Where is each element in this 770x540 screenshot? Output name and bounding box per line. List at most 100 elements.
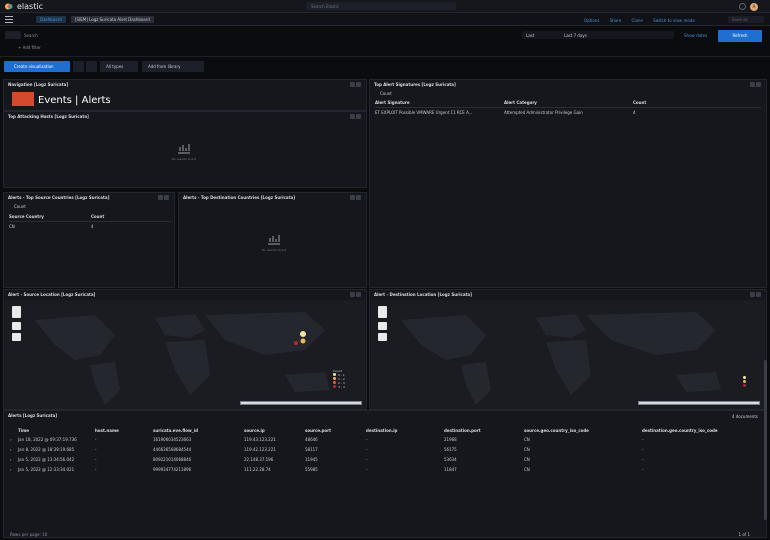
table-row[interactable]: › Jan 5, 2022 @ 12:33:34.021-99993477421… [10,467,760,475]
source-location-map-panel: Alert - Source Location [Logz Suricata] … [3,289,367,410]
no-results: No results found [154,142,214,161]
map-attribution-bar [240,401,362,405]
map-marker[interactable] [294,341,298,345]
map-marker[interactable] [300,331,306,337]
draw-shape-icon[interactable] [378,333,387,341]
world-map[interactable]: Count 0 - 1 1 - 2 2 - 3 3 - 4 [5,300,365,409]
map-legend: Count 0 - 1 1 - 2 2 - 3 3 - 4 [333,369,345,389]
column-header[interactable]: host.name [95,428,119,433]
all-types-dropdown[interactable]: All types [100,61,138,72]
column-header[interactable]: Alert Signature [375,100,410,105]
expand-row-icon[interactable]: › [10,467,12,472]
options-link[interactable]: Options [584,18,599,23]
table-cell: CN [9,224,15,229]
fit-bounds-icon[interactable] [12,322,21,330]
top-source-countries-panel: Alerts - Top Source Countries [Logz Suri… [3,192,175,288]
column-header[interactable]: Count [633,100,646,105]
top-alert-signatures-panel: Top Alert Signatures [Logz Suricata] Cou… [369,79,767,288]
panel-title: Top Attacking Hosts [Logz Suricata] [8,114,89,119]
alerts-table-panel: Alerts [Logz Suricata] 4 documents Time … [3,410,767,538]
panel-options-icon[interactable] [749,292,763,297]
table-row[interactable]: › Jan 5, 2022 @ 13:34:56.042-80922101406… [10,457,760,465]
panel-options-icon[interactable] [349,114,363,119]
zoom-control[interactable] [378,306,387,318]
expand-row-icon[interactable]: › [10,457,12,462]
zoom-control[interactable] [12,306,21,318]
query-input[interactable]: Search [24,31,514,39]
no-results: No results found [244,233,304,252]
column-header[interactable]: source.geo.country_iso_code [524,428,589,433]
help-icon[interactable] [739,3,746,10]
draw-shape-icon[interactable] [12,333,21,341]
nav-separator: | [75,95,79,106]
lens-icon[interactable] [73,61,84,72]
breadcrumb-dashboard[interactable]: Dashboard [36,16,66,23]
fit-bounds-icon[interactable] [378,322,387,330]
column-header[interactable]: destination.geo.country_iso_code [642,428,718,433]
column-header[interactable]: suricata.eve.flow_id [153,428,198,433]
map-legend [743,376,748,388]
map-landmass [35,312,330,405]
share-link[interactable]: Share [610,18,622,23]
dashboard-actions: Options Share Clone Switch to view mode [584,18,704,23]
add-filter-link[interactable]: + Add filter [18,45,41,50]
signatures-table: Alert Signature Alert Category Count ET … [375,100,761,140]
panel-options-icon[interactable] [157,195,171,200]
panel-options-icon[interactable] [349,292,363,297]
alerts-link[interactable]: Alerts [82,95,111,106]
elastic-logo-icon[interactable] [5,3,13,10]
alerts-table: Time host.name suricata.eve.flow_id sour… [10,428,760,498]
rows-per-page-dropdown[interactable]: Rows per page: 10 [10,532,47,537]
date-picker[interactable]: Last Last 7 days [522,31,674,39]
column-header[interactable]: Source Country [9,214,44,219]
document-count: 4 documents [731,414,758,419]
show-dates-link[interactable]: Show dates [684,33,707,38]
visualization-chart-icon [178,144,190,154]
count-control[interactable]: Count [380,91,392,96]
maps-icon[interactable] [86,61,97,72]
panel-options-icon[interactable] [349,195,363,200]
menu-hamburger-icon[interactable] [5,16,13,23]
clone-link[interactable]: Clone [632,18,643,23]
dashboard-toolbar: Create visualization All types Add from … [0,56,770,76]
create-visualization-button[interactable]: Create visualization [4,61,70,72]
column-header[interactable]: source.ip [244,428,265,433]
table-row[interactable]: › Jan 8, 2022 @ 18:39:19.685-44663656868… [10,447,760,455]
header-divider [9,221,171,222]
date-range-text: Last 7 days [564,33,587,38]
expand-row-icon[interactable]: › [10,447,12,452]
expand-row-icon[interactable]: › [10,437,12,442]
column-header[interactable]: source.port [305,428,331,433]
refresh-button[interactable]: Refresh [718,30,762,42]
add-from-library-button[interactable]: Add from library [142,61,204,72]
top-destination-countries-panel: Alerts - Top Destination Countries [Logz… [178,192,367,288]
global-search-input[interactable]: Search Elastic [306,2,456,10]
column-header[interactable]: Alert Category [504,100,537,105]
view-mode-link[interactable]: Switch to view mode [653,18,695,23]
panel-options-icon[interactable] [749,82,763,87]
save-as-button[interactable]: Save as [728,16,764,23]
world-map[interactable] [371,300,765,409]
column-header[interactable]: destination.port [444,428,481,433]
calendar-quick-label[interactable]: Last [526,33,534,38]
panel-title: Top Alert Signatures [Logz Suricata] [374,82,456,87]
column-header[interactable]: destination.ip [366,428,397,433]
page-scrollbar[interactable] [764,360,767,520]
user-avatar[interactable]: A [750,3,758,11]
panel-title: Alerts - Top Source Countries [Logz Suri… [8,195,110,200]
table-row[interactable]: › Jan 18, 2022 @ 09:37:19.736-1619060345… [10,437,760,445]
count-control[interactable]: Count [14,204,26,209]
map-marker[interactable] [300,338,306,344]
no-results-text: No results found [261,248,287,252]
top-attacking-hosts-panel: Top Attacking Hosts [Logz Suricata] No r… [3,111,367,188]
column-header[interactable]: Count [91,214,104,219]
table-cell: Attempted Administrator Privilege Gain [504,110,583,115]
saved-query-icon[interactable] [5,31,21,39]
destination-location-map-panel: Alert - Destination Location [Logz Suric… [369,289,767,410]
column-header[interactable]: Time [18,428,29,433]
query-bar: Search Last Last 7 days Show dates [0,27,770,44]
events-link[interactable]: Events [38,95,72,106]
panel-options-icon[interactable] [349,82,363,87]
pagination[interactable]: 1 of 1 [739,532,751,537]
panel-title: Alert - Source Location [Logz Suricata] [8,292,96,297]
